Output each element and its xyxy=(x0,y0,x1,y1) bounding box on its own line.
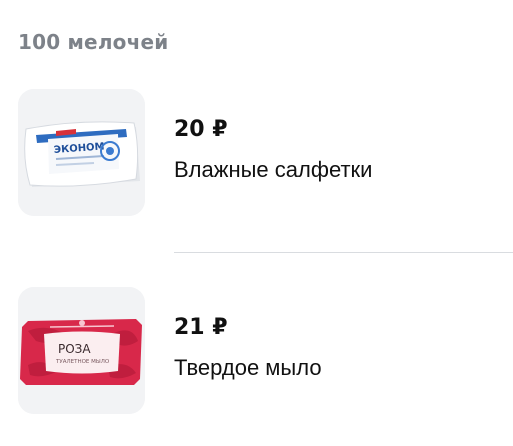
product-divider xyxy=(174,252,513,253)
product-image-soap[interactable]: РОЗА ТУАЛЕТНОЕ МЫЛО xyxy=(18,287,145,414)
product-card-soap[interactable]: РОЗА ТУАЛЕТНОЕ МЫЛО 21 ₽ Твердое мыло xyxy=(0,287,513,415)
wet-wipes-pack-icon: ЭКОНОМ xyxy=(18,89,145,216)
product-price: 21 ₽ xyxy=(174,315,228,340)
product-image-wet-wipes[interactable]: ЭКОНОМ xyxy=(18,89,145,216)
product-price: 20 ₽ xyxy=(174,117,228,142)
product-card-wet-wipes[interactable]: ЭКОНОМ 20 ₽ Влажные салфетки xyxy=(0,89,513,217)
product-name[interactable]: Твердое мыло xyxy=(174,355,322,381)
soap-subtitle-text: ТУАЛЕТНОЕ МЫЛО xyxy=(55,359,110,365)
product-name[interactable]: Влажные салфетки xyxy=(174,157,372,183)
soap-bar-icon: РОЗА ТУАЛЕТНОЕ МЫЛО xyxy=(18,287,145,414)
section-title: 100 мелочей xyxy=(18,30,169,54)
soap-brand-text: РОЗА xyxy=(58,342,91,356)
